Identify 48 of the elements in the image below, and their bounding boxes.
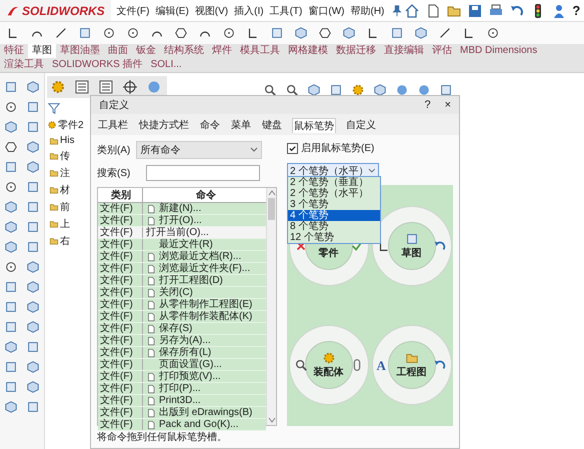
- search-label: 搜索(S): [97, 166, 130, 180]
- logo-text: SOLIDWORKS: [22, 4, 105, 18]
- category-cell: 文件(F): [98, 323, 143, 334]
- command-cell: 最近文件(R): [159, 239, 213, 250]
- gesture-label: 零件: [318, 246, 338, 260]
- category-cell: 文件(F): [98, 419, 143, 430]
- command-cell: 浏览最近文档(R)...: [159, 251, 242, 262]
- command-cell: 保存所有(L): [159, 347, 212, 358]
- command-cell: 浏览最近文件夹(F)...: [159, 263, 250, 274]
- command-cell: Pack and Go(K)...: [159, 419, 238, 430]
- category-cell: 文件(F): [98, 251, 143, 262]
- category-label: 类别(A): [97, 144, 130, 157]
- category-cell: 文件(F): [98, 263, 143, 274]
- command-cell: 新建(N)...: [159, 203, 202, 214]
- gesture-label: 工程图: [396, 366, 426, 379]
- hint-text: 将命令拖到任何鼠标笔势槽。: [97, 430, 228, 444]
- category-cell: 文件(F): [98, 371, 143, 382]
- category-cell: 文件(F): [98, 287, 143, 298]
- category-cell: 文件(F): [98, 239, 143, 250]
- command-cell: 页面设置(G)...: [159, 359, 222, 370]
- command-cell: 打开当前(O)...: [146, 227, 209, 238]
- command-cell: 保存(S): [159, 323, 192, 334]
- category-cell: 文件(F): [98, 215, 143, 226]
- category-cell: 文件(F): [98, 227, 143, 238]
- command-cell: Print3D...: [159, 395, 201, 406]
- command-cell: 从零件制作装配体(K): [159, 311, 252, 322]
- dialog-title: 自定义: [99, 98, 129, 112]
- category-cell: 文件(F): [98, 359, 143, 370]
- category-cell: 文件(F): [98, 395, 143, 406]
- gesture-label: 装配体: [314, 366, 344, 379]
- command-cell: 从零件制作工程图(E): [159, 299, 252, 310]
- category-cell: 文件(F): [98, 275, 143, 286]
- command-cell: 另存为(A)...: [159, 335, 211, 346]
- command-cell: 关闭(C): [159, 287, 193, 298]
- command-cell: 出版到 eDrawings(B): [159, 407, 252, 418]
- checkbox-label: 启用鼠标笔势(E): [301, 142, 374, 155]
- command-cell: 打印预览(V)...: [159, 371, 221, 382]
- category-cell: 文件(F): [98, 203, 143, 214]
- gesture-label: 草图: [402, 246, 422, 260]
- category-cell: 文件(F): [98, 299, 143, 310]
- category-cell: 文件(F): [98, 311, 143, 322]
- category-cell: 文件(F): [98, 335, 143, 346]
- category-cell: 文件(F): [98, 347, 143, 358]
- command-cell: 打印(P)...: [159, 383, 201, 394]
- command-cell: 打开工程图(D): [159, 275, 223, 286]
- category-cell: 文件(F): [98, 383, 143, 394]
- category-cell: 文件(F): [98, 407, 143, 418]
- command-cell: 打开(O)...: [159, 215, 202, 226]
